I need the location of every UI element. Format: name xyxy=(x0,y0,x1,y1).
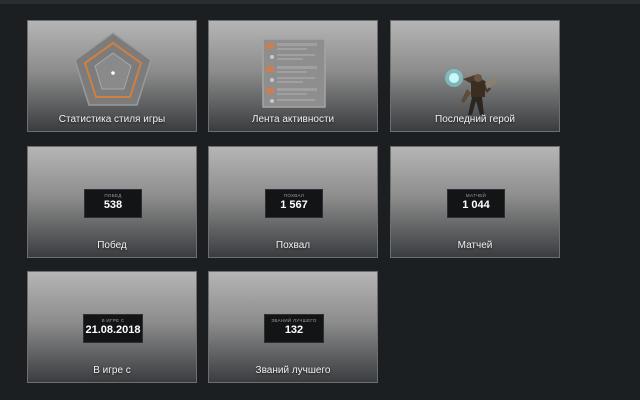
playing-since-stat-caption: В игре с xyxy=(101,318,125,323)
matches-label: Матчей xyxy=(457,240,493,251)
last-hero-label: Последний герой xyxy=(435,114,515,125)
pentagon-radar-icon xyxy=(71,29,155,114)
commends-stat-value: 1 567 xyxy=(280,199,308,211)
playing-since-tile[interactable]: В игре с 21.08.2018 В игре с xyxy=(27,271,197,383)
playing-since-stat-value: 21.08.2018 xyxy=(85,324,141,336)
best-ranks-label: Званий лучшего xyxy=(255,365,331,376)
commends-stat-box: Похвал 1 567 xyxy=(265,189,323,218)
activity-feed-tile[interactable]: Лента активности xyxy=(208,20,378,132)
matches-stat-box: Матчей 1 044 xyxy=(447,189,505,218)
wins-stat-box: Побед 538 xyxy=(84,189,142,218)
activity-feed-icon xyxy=(262,38,326,113)
best-ranks-tile[interactable]: Званий лучшего 132 Званий лучшего xyxy=(208,271,378,383)
wins-tile[interactable]: Побед 538 Побед xyxy=(27,146,197,258)
matches-stat-caption: Матчей xyxy=(465,193,487,198)
best-ranks-stat-caption: Званий лучшего xyxy=(271,318,317,323)
activity-feed-label: Лента активности xyxy=(251,114,335,125)
playstyle-stats-label: Статистика стиля игры xyxy=(58,114,166,125)
wins-label: Побед xyxy=(97,240,127,251)
last-hero-tile[interactable]: Последний герой xyxy=(390,20,560,132)
commends-stat-caption: Похвал xyxy=(283,193,305,198)
commends-label: Похвал xyxy=(275,240,311,251)
top-divider xyxy=(0,0,640,4)
matches-stat-value: 1 044 xyxy=(462,199,490,211)
best-ranks-stat-value: 132 xyxy=(284,324,304,336)
wins-stat-caption: Побед xyxy=(104,193,122,198)
matches-tile[interactable]: Матчей 1 044 Матчей xyxy=(390,146,560,258)
playing-since-label: В игре с xyxy=(93,365,131,376)
best-ranks-stat-box: Званий лучшего 132 xyxy=(264,314,324,343)
playing-since-stat-box: В игре с 21.08.2018 xyxy=(83,314,143,343)
playstyle-stats-tile[interactable]: Статистика стиля игры xyxy=(27,20,197,132)
commends-tile[interactable]: Похвал 1 567 Похвал xyxy=(208,146,378,258)
wins-stat-value: 538 xyxy=(103,199,123,211)
